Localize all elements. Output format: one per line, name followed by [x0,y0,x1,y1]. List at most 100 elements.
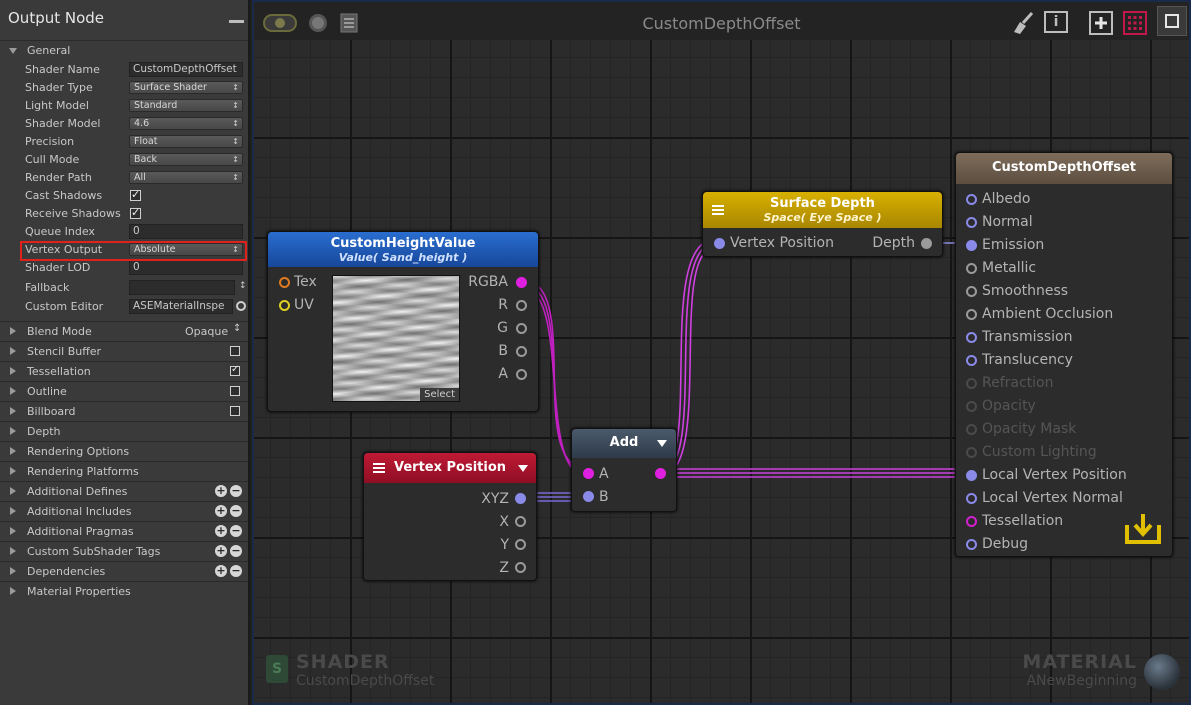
input-port[interactable] [966,263,977,274]
section-tessellation[interactable]: Tessellation [0,361,248,380]
remove-icon[interactable]: − [230,565,242,577]
section-additional-includes[interactable]: Additional Includes + − [0,501,248,520]
section-depth[interactable]: Depth [0,421,248,440]
add-icon[interactable]: + [215,565,227,577]
section-checkbox[interactable] [230,406,240,416]
node-header[interactable]: Add [572,429,676,458]
output-port-g[interactable] [516,323,527,334]
input-port[interactable] [966,516,977,527]
expand-arrow-icon[interactable] [10,547,16,555]
texture-preview[interactable]: Select [332,275,460,402]
output-port[interactable] [655,468,666,479]
output-port-z[interactable] [515,562,526,573]
section-dependencies[interactable]: Dependencies + − [0,561,248,580]
expand-arrow-icon[interactable] [10,347,16,355]
remove-icon[interactable]: − [230,505,242,517]
input-port[interactable] [966,378,977,389]
expand-arrow-icon[interactable] [10,367,16,375]
expand-arrow-icon[interactable] [10,507,16,515]
input-port[interactable] [966,309,977,320]
input-port[interactable] [966,424,977,435]
section-checkbox[interactable] [230,364,240,376]
section-additional-defines[interactable]: Additional Defines + − [0,481,248,500]
section-custom-subshader-tags[interactable]: Custom SubShader Tags + − [0,541,248,560]
node-master-output[interactable]: CustomDepthOffset Albedo Normal Emission Me… [955,152,1173,557]
expand-arrow-icon[interactable] [10,427,16,435]
expand-arrow-icon[interactable] [10,567,16,575]
expand-arrow-icon[interactable] [10,487,16,495]
section-rendering-options[interactable]: Rendering Options [0,441,248,460]
section-general[interactable]: General [0,40,248,59]
section-stencil-buffer[interactable]: Stencil Buffer [0,341,248,360]
output-port-rgba[interactable] [516,277,527,288]
property-checkbox[interactable] [130,188,141,201]
expand-arrow-icon[interactable] [10,447,16,455]
menu-icon[interactable] [712,205,724,215]
expand-arrow-icon[interactable] [10,467,16,475]
input-port-a[interactable] [583,468,594,479]
input-port[interactable] [966,447,977,458]
add-icon[interactable]: + [215,525,227,537]
node-canvas[interactable]: CustomDepthOffset i CustomHeightValue Va… [252,0,1191,705]
output-port-r[interactable] [516,300,527,311]
output-port-b[interactable] [516,346,527,357]
expand-arrow-icon[interactable] [10,527,16,535]
property-field[interactable] [129,280,235,295]
input-port[interactable] [966,470,977,481]
property-dropdown[interactable]: Back [129,153,243,166]
node-header[interactable]: CustomDepthOffset [956,153,1172,184]
section-billboard[interactable]: Billboard [0,401,248,420]
input-port[interactable] [966,332,977,343]
input-port-b[interactable] [583,491,594,502]
expand-arrow-icon[interactable] [9,48,17,54]
section-additional-pragmas[interactable]: Additional Pragmas + − [0,521,248,540]
node-header[interactable]: Vertex Position [364,453,536,483]
input-port[interactable] [966,217,977,228]
property-dropdown[interactable]: Surface Shader [129,81,243,94]
object-picker-icon[interactable] [236,301,246,311]
node-add[interactable]: Add A B [571,428,677,512]
add-icon[interactable]: + [215,545,227,557]
select-texture-button[interactable]: Select [420,388,459,401]
property-dropdown[interactable]: All [129,171,243,184]
save-to-material-icon[interactable] [1124,511,1164,547]
section-blend-mode[interactable]: Blend Mode Opaque ↕ [0,321,248,340]
section-checkbox[interactable] [230,386,240,396]
output-port-a[interactable] [516,369,527,380]
input-port[interactable] [966,240,977,251]
expand-arrow-icon[interactable] [10,407,16,415]
property-field[interactable]: CustomDepthOffset [129,62,243,77]
property-field[interactable]: 0 [129,260,243,275]
material-preview-sphere[interactable] [1144,654,1180,690]
input-port[interactable] [966,194,977,205]
input-port-uv[interactable] [279,300,290,311]
input-port[interactable] [966,539,977,550]
minimize-icon[interactable] [229,20,244,23]
input-port[interactable] [966,286,977,297]
property-dropdown[interactable]: 4.6 [129,117,243,130]
expand-arrow-icon[interactable] [10,327,16,335]
dropdown-arrow-icon[interactable] [657,440,667,447]
remove-icon[interactable]: − [230,525,242,537]
input-port-tex[interactable] [279,277,290,288]
expand-arrow-icon[interactable] [10,387,16,395]
property-dropdown[interactable]: Float [129,135,243,148]
expand-arrow-icon[interactable] [10,587,16,595]
output-port-y[interactable] [515,539,526,550]
property-field[interactable]: 0 [129,224,243,239]
property-field[interactable]: ASEMaterialInspe [129,299,233,314]
output-port-xyz[interactable] [515,493,526,504]
node-header[interactable]: CustomHeightValue Value( Sand_height ) [268,232,538,267]
input-port[interactable] [966,493,977,504]
property-dropdown[interactable]: Standard [129,99,243,112]
remove-icon[interactable]: − [230,545,242,557]
section-checkbox[interactable] [230,346,240,356]
menu-icon[interactable] [373,463,385,473]
output-port-depth[interactable] [921,238,932,249]
remove-icon[interactable]: − [230,485,242,497]
section-material-properties[interactable]: Material Properties [0,581,248,600]
input-port[interactable] [966,401,977,412]
updown-icon[interactable]: ↕ [233,323,241,334]
input-port[interactable] [966,355,977,366]
section-outline[interactable]: Outline [0,381,248,400]
